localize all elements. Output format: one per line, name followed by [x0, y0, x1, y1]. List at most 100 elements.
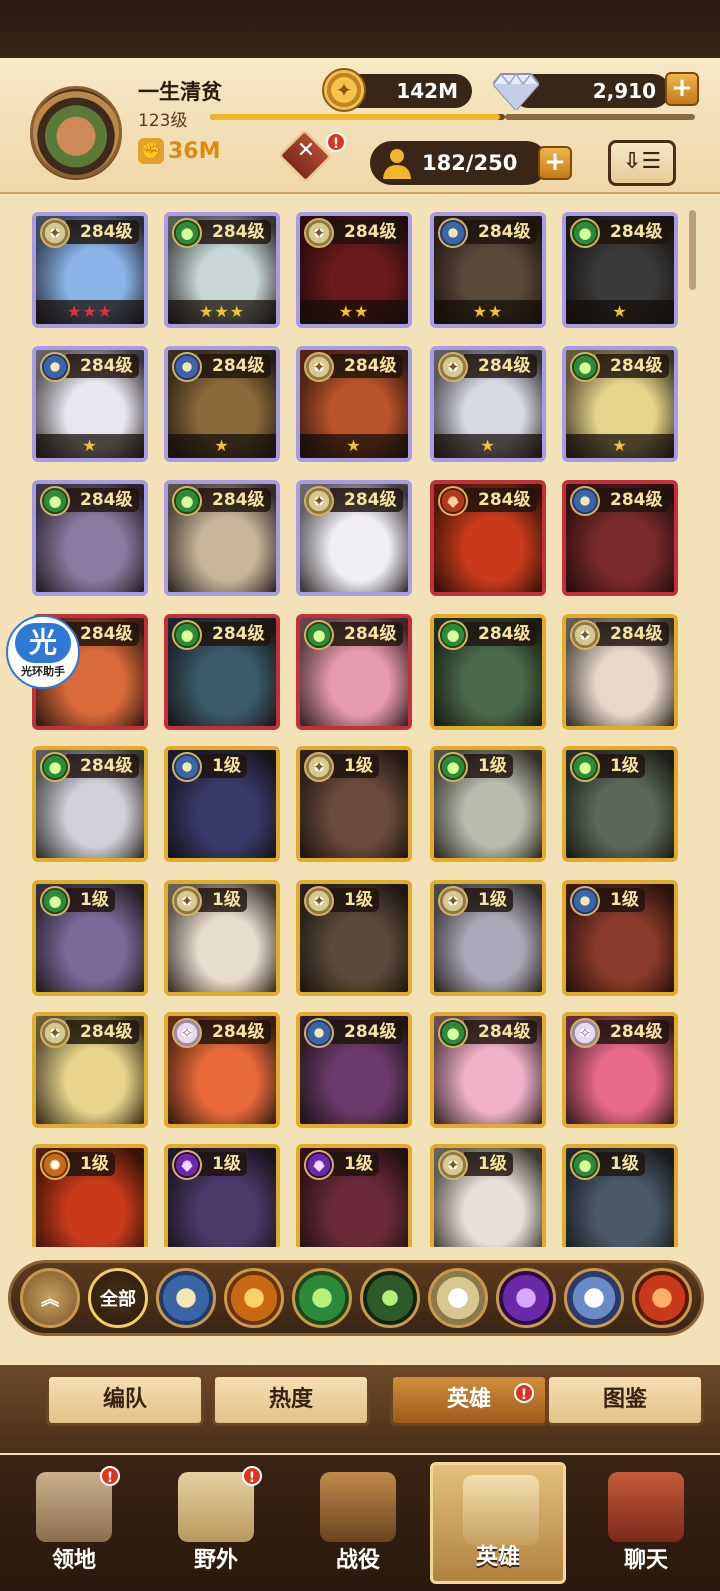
- hero-stars: ★★★: [36, 300, 144, 324]
- hero-card[interactable]: 284级 ✦ ★★: [430, 212, 546, 328]
- hero-card[interactable]: 284级 ✦ ★★: [296, 212, 412, 328]
- hero-card[interactable]: 1级 ✦: [296, 880, 412, 996]
- celestial-faction-icon: ✦: [304, 218, 334, 248]
- filter-wilder-button[interactable]: [292, 1268, 352, 1328]
- hero-card[interactable]: 284级 ✦: [562, 480, 678, 596]
- nav-chat[interactable]: 聊天: [578, 1462, 714, 1584]
- lightbearer-faction-icon: ✦: [570, 886, 600, 916]
- add-gems-button[interactable]: +: [665, 72, 699, 106]
- hero-card[interactable]: 284级 ●: [32, 746, 148, 862]
- hero-card[interactable]: 284级◆: [430, 480, 546, 596]
- hero-card[interactable]: 1级 ✦: [430, 880, 546, 996]
- hero-card[interactable]: 1级 ✦: [562, 880, 678, 996]
- filter-mauler-button[interactable]: [224, 1268, 284, 1328]
- territory-alert-badge: !: [100, 1466, 120, 1486]
- quest-alert-badge: !: [326, 132, 346, 152]
- filter-graveborn-button[interactable]: [360, 1268, 420, 1328]
- nav-heroes[interactable]: 英雄: [430, 1462, 566, 1584]
- hero-card[interactable]: 1级 ✦: [430, 1144, 546, 1247]
- wild-alert-badge: !: [242, 1466, 262, 1486]
- hero-level: 284级: [330, 1020, 403, 1044]
- nav-wild[interactable]: 野外: [148, 1462, 284, 1584]
- hero-card[interactable]: 284级 ✦: [296, 480, 412, 596]
- tab-popularity[interactable]: 热度: [212, 1374, 370, 1426]
- player-avatar[interactable]: [30, 86, 122, 178]
- hero-card[interactable]: 284级 ✦ ★: [164, 346, 280, 462]
- nav-campaign[interactable]: 战役: [290, 1462, 426, 1584]
- hero-card[interactable]: 1级 ✹: [32, 1144, 148, 1247]
- hero-level: 1级: [330, 1152, 379, 1176]
- filter-all-button[interactable]: 全部: [88, 1268, 148, 1328]
- hero-card[interactable]: 284级 ●: [430, 1012, 546, 1128]
- lightbearer-faction-icon: ✦: [172, 352, 202, 382]
- hero-card[interactable]: 284级 ✦ ★: [430, 346, 546, 462]
- wilder-faction-icon: ●: [40, 486, 70, 516]
- celestial-faction-icon: ✦: [438, 352, 468, 382]
- filter-dimensional-button[interactable]: [564, 1268, 624, 1328]
- hero-card[interactable]: 284级 ✦ ★: [32, 346, 148, 462]
- tab-collection[interactable]: 图鉴: [546, 1374, 704, 1426]
- filter-collapse-button[interactable]: ︽: [20, 1268, 80, 1328]
- hero-card[interactable]: 284级 ✦: [32, 1012, 148, 1128]
- hero-level: 1级: [198, 754, 247, 778]
- hero-card[interactable]: 284级 ✦ ★★★: [32, 212, 148, 328]
- hero-card[interactable]: 284级 ●: [296, 614, 412, 730]
- power-value: 36M: [168, 138, 221, 164]
- lightbearer-faction-icon: ✦: [304, 1018, 334, 1048]
- hero-card[interactable]: 284级 ✦: [562, 614, 678, 730]
- hero-card[interactable]: 284级 ●: [430, 614, 546, 730]
- hero-card[interactable]: 1级 ✦: [296, 746, 412, 862]
- scrollbar[interactable]: [689, 210, 696, 290]
- tab-formation[interactable]: 编队: [46, 1374, 204, 1426]
- hero-level: 284级: [198, 488, 271, 512]
- filter-lightbearer-button[interactable]: [156, 1268, 216, 1328]
- hero-card[interactable]: 1级 ◆: [164, 1144, 280, 1247]
- hero-card[interactable]: 1级 ●: [32, 880, 148, 996]
- hero-card[interactable]: 284级 ● ★: [562, 346, 678, 462]
- nav-territory[interactable]: 领地: [6, 1462, 142, 1584]
- nav-label: 英雄: [475, 1545, 520, 1570]
- hero-card[interactable]: 1级 ✦: [164, 880, 280, 996]
- floating-helper-button[interactable]: 光 光环助手: [6, 615, 80, 689]
- celestial-faction-icon: ✦: [304, 486, 334, 516]
- hero-grid: 284级 ✦ ★★★ 284级 ● ★★★ 284级 ✦ ★★ 284级 ✦ ★★ 284级 ● ★ 284级…: [30, 212, 685, 1247]
- hero-level: 1级: [596, 754, 645, 778]
- hero-level: 284级: [198, 1020, 271, 1044]
- expand-hero-slots-button[interactable]: +: [538, 146, 572, 180]
- wilder-faction-icon: ●: [570, 352, 600, 382]
- castle-icon: [36, 1472, 112, 1542]
- hero-level: 1级: [464, 754, 513, 778]
- hero-card[interactable]: 1级 ●: [430, 746, 546, 862]
- filter-dragon-button[interactable]: [632, 1268, 692, 1328]
- hero-card[interactable]: 284级 ✧: [562, 1012, 678, 1128]
- hero-level: 284级: [596, 622, 669, 646]
- nav-label: 野外: [193, 1548, 238, 1573]
- hero-card[interactable]: 284级 ●: [164, 480, 280, 596]
- hero-card[interactable]: 284级 ● ★: [562, 212, 678, 328]
- person-icon: [383, 149, 411, 179]
- hero-level: 1级: [198, 888, 247, 912]
- hero-level: 1级: [464, 1152, 513, 1176]
- hypogean-faction-icon: ◆: [304, 1150, 334, 1180]
- hero-card[interactable]: 1级 ●: [562, 1144, 678, 1247]
- hero-level: 284级: [330, 488, 403, 512]
- hero-card[interactable]: 284级 ✧: [164, 1012, 280, 1128]
- dimensional-faction-icon: ✧: [172, 1018, 202, 1048]
- hero-card[interactable]: 1级 ●: [562, 746, 678, 862]
- hero-stars: ★★★: [168, 300, 276, 324]
- lightbearer-faction-icon: ✦: [438, 218, 468, 248]
- hero-card[interactable]: 284级 ✦: [296, 1012, 412, 1128]
- wilder-faction-icon: ●: [40, 752, 70, 782]
- hero-card[interactable]: 284级 ●: [164, 614, 280, 730]
- hero-card[interactable]: 1级 ✦: [164, 746, 280, 862]
- helmet-icon: [463, 1475, 539, 1545]
- hero-card[interactable]: 284级 ✦ ★: [296, 346, 412, 462]
- hero-level: 284级: [596, 354, 669, 378]
- filter-hypogean-button[interactable]: [496, 1268, 556, 1328]
- filter-celestial-button[interactable]: [428, 1268, 488, 1328]
- hero-card[interactable]: 1级 ◆: [296, 1144, 412, 1247]
- hero-card[interactable]: 284级 ● ★★★: [164, 212, 280, 328]
- sort-button[interactable]: ⇩☰: [608, 140, 676, 186]
- hero-card[interactable]: 284级 ●: [32, 480, 148, 596]
- chevron-up-icon: ︽: [41, 1289, 59, 1310]
